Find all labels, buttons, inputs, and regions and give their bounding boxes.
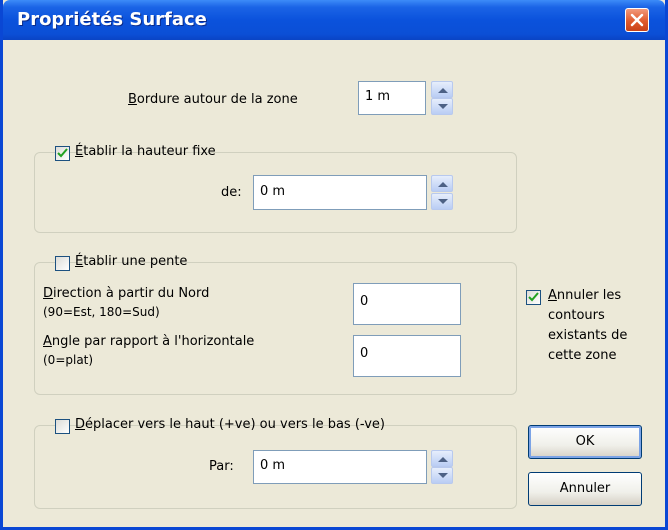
border-spinner[interactable] (431, 81, 453, 115)
fixed-height-spin-up[interactable] (431, 175, 453, 192)
border-spin-up[interactable] (431, 81, 453, 98)
title-bar: Propriétés Surface (3, 0, 665, 40)
angle-hint: (0=plat) (43, 353, 94, 367)
move-input[interactable]: 0 m (253, 450, 427, 484)
angle-label: Angle par rapport à l'horizontale (43, 334, 255, 349)
slope-label: Établir une pente (75, 254, 188, 269)
dialog-window: Propriétés Surface Bordure autour de la … (0, 0, 668, 530)
window-title: Propriétés Surface (17, 9, 207, 30)
border-label: Bordure autour de la zone (128, 92, 298, 107)
move-checkbox[interactable] (55, 419, 70, 434)
cancel-contours-line4: cette zone (548, 348, 617, 363)
cancel-contours-line2: contours (548, 308, 605, 323)
down-arrow-icon (438, 473, 448, 478)
direction-hint: (90=Est, 180=Sud) (43, 305, 160, 319)
down-arrow-icon (438, 199, 448, 204)
par-label: Par: (209, 459, 234, 474)
up-arrow-icon (438, 182, 448, 187)
fixed-height-spin-down[interactable] (431, 193, 453, 210)
fixed-height-label: Établir la hauteur fixe (75, 144, 216, 159)
down-arrow-icon (438, 104, 448, 109)
direction-input[interactable]: 0 (353, 283, 461, 325)
move-label: Déplacer vers le haut (+ve) ou vers le b… (75, 417, 385, 432)
up-arrow-icon (438, 457, 448, 462)
close-icon (630, 13, 644, 27)
de-label: de: (221, 185, 242, 200)
fixed-height-checkbox[interactable] (55, 146, 70, 161)
close-button[interactable] (625, 8, 649, 32)
border-spin-down[interactable] (431, 98, 453, 115)
angle-input[interactable]: 0 (353, 335, 461, 377)
fixed-height-input[interactable]: 0 m (253, 175, 427, 210)
cancel-contours-line3: existants de (548, 328, 628, 343)
direction-label: Direction à partir du Nord (43, 286, 210, 301)
up-arrow-icon (438, 88, 448, 93)
check-icon (528, 292, 539, 302)
border-input[interactable]: 1 m (358, 81, 426, 115)
move-spin-down[interactable] (431, 467, 453, 484)
fixed-height-spinner[interactable] (431, 175, 453, 210)
cancel-button[interactable]: Annuler (528, 472, 642, 506)
ok-button[interactable]: OK (528, 425, 642, 459)
slope-checkbox[interactable] (55, 256, 70, 271)
check-icon (57, 148, 68, 158)
move-spinner[interactable] (431, 450, 453, 484)
cancel-contours-line1: Annuler les (548, 288, 622, 303)
move-spin-up[interactable] (431, 450, 453, 467)
cancel-contours-checkbox[interactable] (526, 290, 541, 305)
